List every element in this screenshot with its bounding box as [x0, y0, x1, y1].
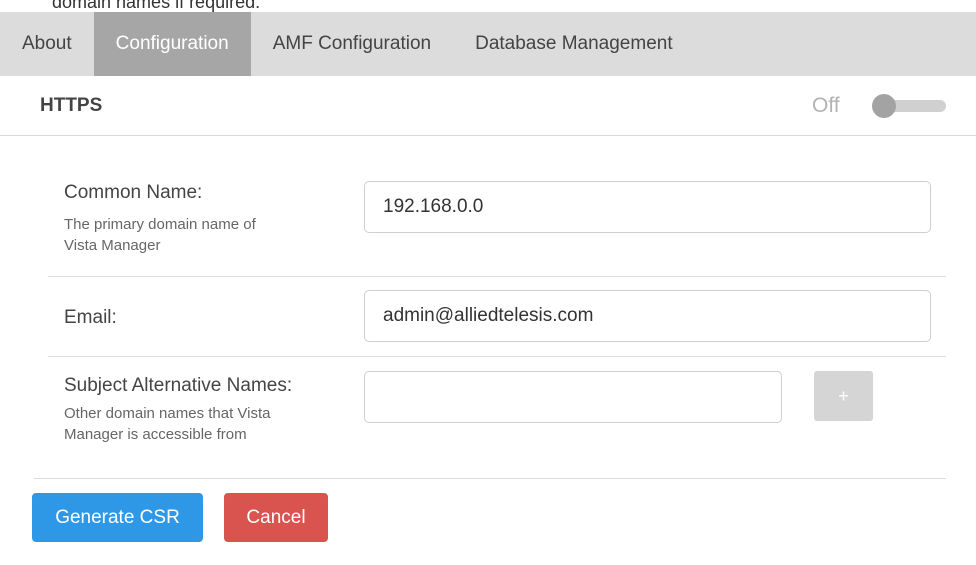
email-label: Email: [64, 307, 117, 328]
generate-csr-button[interactable]: Generate CSR [32, 493, 203, 542]
https-toggle-state: Off [812, 93, 840, 117]
common-name-description-line2: Vista Manager [64, 237, 161, 254]
san-description-line1: Other domain names that Vista [64, 405, 271, 422]
common-name-label: Common Name: [64, 182, 203, 203]
https-title: HTTPS [40, 94, 103, 116]
tab-configuration[interactable]: Configuration [93, 12, 251, 76]
email-input[interactable]: admin@alliedtelesis.com [364, 290, 931, 342]
toggle-knob [872, 94, 896, 118]
tab-bar: About Configuration AMF Configuration Da… [0, 12, 976, 76]
tab-database-management[interactable]: Database Management [453, 12, 695, 76]
tab-amf-configuration[interactable]: AMF Configuration [251, 12, 453, 76]
san-description: Other domain names that Vista Manager is… [64, 403, 314, 445]
add-san-button[interactable]: + [814, 371, 873, 421]
san-label: Subject Alternative Names: [64, 375, 293, 396]
common-name-row: Common Name: The primary domain name of … [48, 160, 946, 277]
subject-alternative-names-row: Subject Alternative Names: Other domain … [34, 357, 946, 479]
cancel-button[interactable]: Cancel [224, 493, 328, 542]
tab-about[interactable]: About [0, 12, 94, 76]
common-name-input[interactable]: 192.168.0.0 [364, 181, 931, 233]
san-description-line2: Manager is accessible from [64, 426, 247, 443]
common-name-description: The primary domain name of Vista Manager [64, 214, 314, 256]
common-name-description-line1: The primary domain name of [64, 216, 256, 233]
san-input[interactable] [364, 371, 782, 423]
https-header: HTTPS Off [0, 76, 976, 136]
https-toggle[interactable] [872, 94, 946, 118]
email-row: Email: admin@alliedtelesis.com [48, 277, 946, 357]
